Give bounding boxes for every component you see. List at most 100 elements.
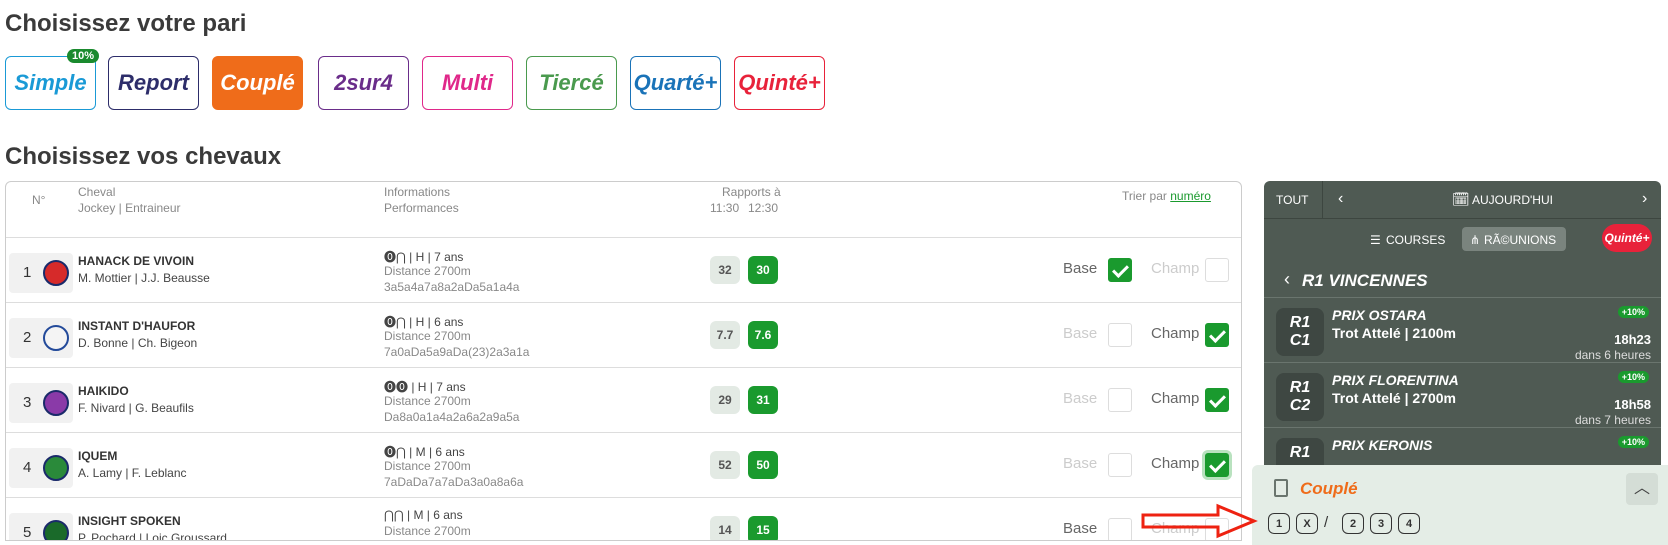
race-item[interactable]: R1 C2 PRIX FLORENTINA Trot Attelé | 2700m +1… (1264, 362, 1661, 430)
base-checkbox[interactable] (1108, 323, 1132, 347)
race-name: PRIX FLORENTINA (1332, 372, 1459, 388)
horse-name: HANACK DE VIVOIN (78, 254, 195, 268)
bet-badge: 10% (66, 49, 99, 63)
race-countdown: dans 6 heures (1574, 348, 1651, 362)
race-item[interactable]: R1 C1 PRIX OSTARA Trot Attelé | 2100m +10% 18… (1264, 297, 1661, 365)
horse-number-cell: 5 (9, 513, 73, 540)
bet-button-0[interactable]: Simple 10% (5, 49, 99, 110)
horses-table: N° Cheval Jockey | Entraineur Informatio… (5, 181, 1242, 541)
horse-number: 1 (23, 264, 32, 281)
race-bonus-badge: +10% (1617, 436, 1649, 448)
champ-checkbox[interactable] (1205, 258, 1229, 282)
cart-selection-pill[interactable]: 2 (1342, 513, 1364, 534)
bet-label: 2sur4 (334, 70, 393, 95)
tout-button[interactable]: TOUT (1276, 193, 1308, 207)
base-label: Base (1063, 455, 1098, 472)
calendar-icon: 🗓 (1452, 191, 1470, 207)
sort-label: Trier par numéro (1122, 189, 1211, 203)
bet-label: Tiercé (539, 70, 604, 95)
bet-label: Report (118, 70, 189, 95)
cart-selection-pill[interactable]: 4 (1398, 513, 1420, 534)
col-rapports: Rapports à (722, 185, 781, 199)
jockey-trainer: P. Pochard | Loic Groussard (78, 531, 227, 541)
date-label[interactable]: AUJOURD'HUI (1472, 193, 1553, 207)
bet-label: Quarté+ (633, 70, 718, 95)
bet-button-3[interactable]: 2sur4 (318, 56, 409, 110)
base-checkbox[interactable] (1108, 453, 1132, 477)
cart-selection-pill[interactable]: X (1296, 513, 1318, 534)
jockey-trainer: F. Nivard | G. Beaufils (78, 401, 194, 415)
table-row: 3 HAIKIDO F. Nivard | G. Beaufils ⓿⓿ | H | … (6, 367, 1241, 432)
champ-label: Champ (1151, 325, 1200, 342)
bet-button-5[interactable]: Tiercé (526, 56, 617, 110)
horse-name: INSIGHT SPOKEN (78, 514, 181, 528)
bet-button-7[interactable]: Quinté+ (734, 56, 825, 110)
horse-number: 2 (23, 329, 32, 346)
champ-checkbox[interactable] (1205, 388, 1229, 412)
odds-morning: 7.7 (710, 321, 740, 349)
horse-number: 3 (23, 394, 32, 411)
champ-checkbox[interactable] (1205, 323, 1229, 347)
race-type: Trot Attelé | 2700m (1332, 390, 1456, 406)
sort-link[interactable]: numéro (1170, 189, 1211, 203)
col-jockey: Jockey | Entraineur (78, 201, 181, 215)
table-row: 1 HANACK DE VIVOIN M. Mottier | J.J. Beaus… (6, 237, 1241, 302)
cart-selection-pill[interactable]: 3 (1370, 513, 1392, 534)
race-bonus-badge: +10% (1617, 306, 1649, 318)
champ-label: Champ (1151, 455, 1200, 472)
base-checkbox[interactable] (1108, 388, 1132, 412)
horse-name: INSTANT D'HAUFOR (78, 319, 196, 333)
horse-number-cell: 4 (9, 448, 73, 488)
title-choisissez-chevaux: Choisissez vos chevaux (5, 143, 282, 170)
race-code-c: C1 (1289, 332, 1311, 349)
horse-info: ⓿⋂ | H | 7 ans (384, 250, 464, 264)
bet-button-4[interactable]: Multi (422, 56, 513, 110)
bet-button-1[interactable]: Report (108, 56, 199, 110)
race-code: R1 C2 (1276, 373, 1324, 421)
col-cheval: Cheval (78, 185, 116, 199)
horse-performances: Da8a0a1a4a2a6a2a9a5a (384, 410, 520, 424)
cart-selection-pill[interactable]: 1 (1268, 513, 1290, 534)
jockey-trainer: M. Mottier | J.J. Beausse (78, 271, 210, 285)
race-bonus-badge: +10% (1617, 371, 1649, 383)
base-checkbox[interactable] (1108, 258, 1132, 282)
champ-label: Champ (1151, 260, 1200, 277)
race-time: 18h58 (1614, 397, 1651, 412)
champ-checkbox[interactable] (1205, 453, 1229, 477)
network-icon: ⋔ (1470, 233, 1481, 247)
horse-number: 4 (23, 459, 32, 476)
horse-distance: Distance 2700m (384, 329, 471, 343)
bet-button-2[interactable]: Couplé (212, 56, 303, 110)
jockey-trainer: D. Bonne | Ch. Bigeon (78, 336, 198, 350)
odds-current: 30 (748, 256, 778, 284)
col-time1: 11:30 (710, 201, 740, 215)
tab-reunions[interactable]: RÃ©UNIONS (1484, 233, 1556, 247)
horse-info: ⓿⋂ | M | 6 ans (384, 445, 465, 459)
bet-button-6[interactable]: Quarté+ (630, 56, 721, 110)
prev-date-icon[interactable]: ‹ (1338, 190, 1343, 208)
race-name: PRIX OSTARA (1332, 307, 1427, 323)
list-icon: ☰ (1370, 233, 1381, 247)
base-label: Base (1063, 390, 1098, 407)
jockey-trainer: A. Lamy | F. Leblanc (78, 466, 187, 480)
horse-performances: 3a5a4a7a8a2aDa5a1a4a (384, 280, 520, 294)
horse-distance: Distance 2700m (384, 264, 471, 278)
odds-current: 15 (748, 516, 778, 540)
col-info: Informations (384, 185, 451, 199)
next-date-icon[interactable]: › (1642, 190, 1647, 208)
odds-morning: 32 (710, 256, 740, 284)
champ-label: Champ (1151, 390, 1200, 407)
odds-current: 31 (748, 386, 778, 414)
divider (1322, 181, 1323, 219)
tab-courses[interactable]: COURSES (1386, 233, 1445, 247)
horse-number-cell: 2 (9, 318, 73, 358)
race-code: R1 C1 (1276, 308, 1324, 356)
race-code-r: R1 (1289, 314, 1311, 331)
quinte-badge[interactable]: Quinté+ (1602, 224, 1652, 252)
back-icon[interactable]: ‹ (1284, 269, 1290, 290)
horse-performances: 7aDaDa7a7aDa3a0a8a6a (384, 475, 524, 489)
chevron-up-icon[interactable]: ︿ (1626, 473, 1658, 505)
bet-label: Simple (14, 70, 87, 95)
col-time2: 12:30 (748, 201, 779, 215)
horse-distance: Distance 2700m (384, 524, 471, 538)
